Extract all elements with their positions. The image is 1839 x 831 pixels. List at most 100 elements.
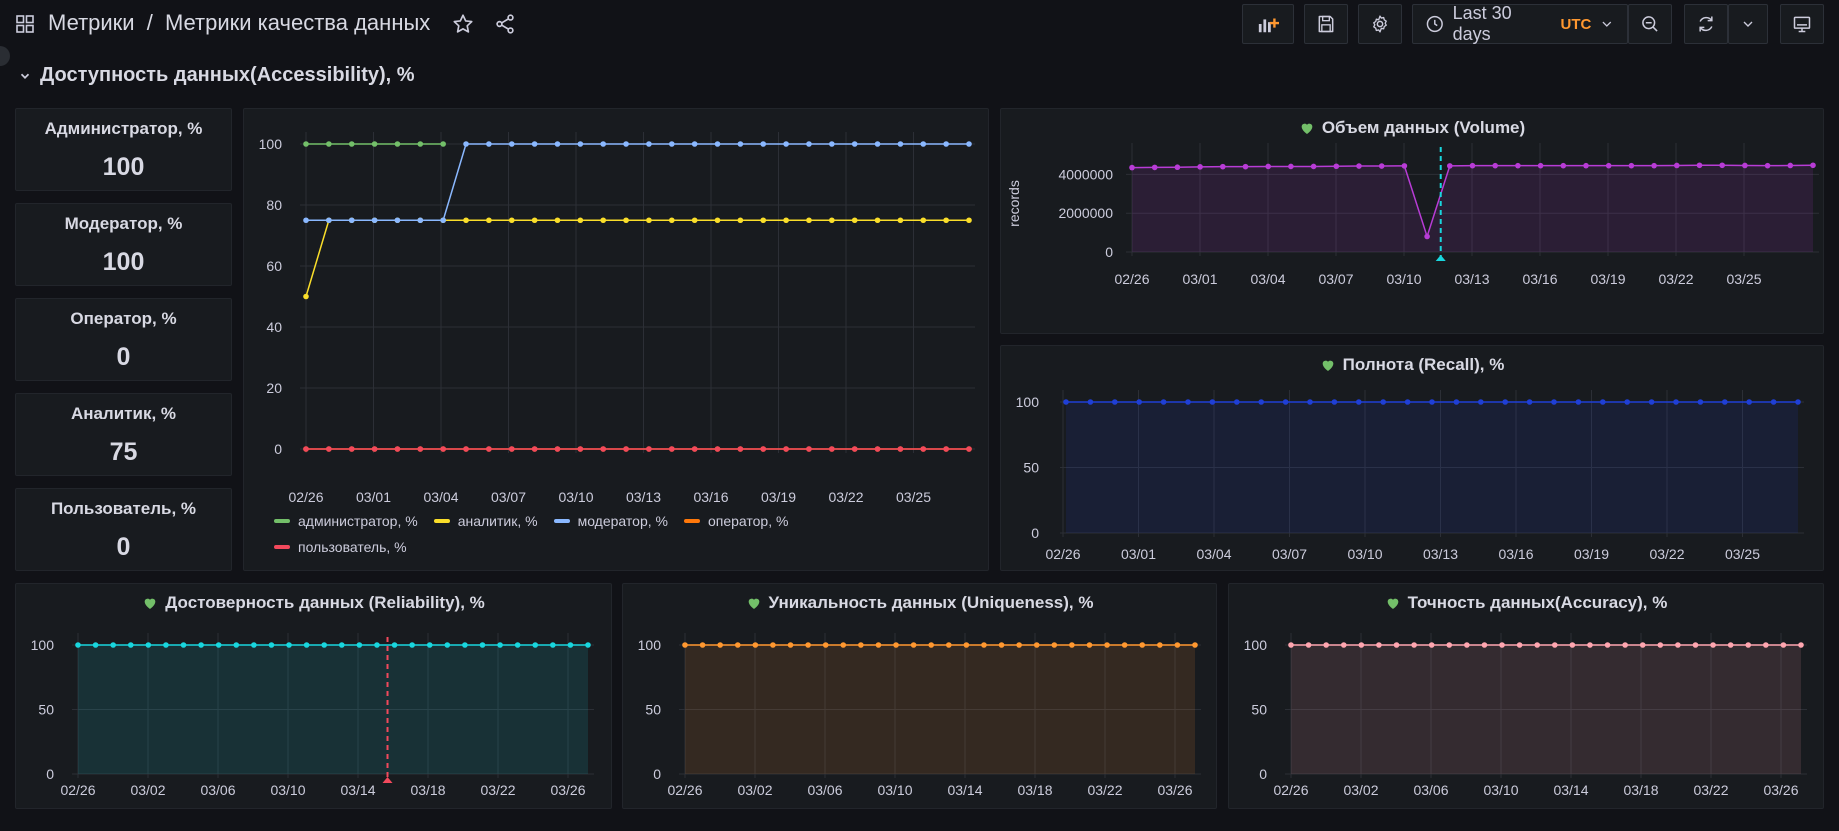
stat-panel-user[interactable]: Пользователь, % 0 [15,488,232,571]
stat-value: 0 [116,343,131,371]
data-point [1112,399,1118,405]
row-accessibility[interactable]: Доступность данных(Accessibility), % [18,64,415,87]
data-point [462,642,468,648]
data-point [463,446,469,452]
volume-chart: 0 2000000 4000000 02/26 03/01 03/04 03/07 03/10… [1006,143,1819,287]
x-tick-label: 03/01 [1182,271,1217,287]
data-point [1087,399,1094,405]
data-point [1234,399,1240,405]
data-point [783,217,789,224]
data-point [783,141,789,147]
x-tick-label: 03/22 [1649,546,1684,562]
data-point [910,642,917,648]
legend-item[interactable]: аналитик, % [433,513,538,529]
data-point [508,141,515,147]
data-point [1763,642,1769,648]
legend-item[interactable]: пользователь, % [274,539,407,555]
panel-volume[interactable]: Объем данных (Volume) 0 2000000 4000000 02/… [1000,108,1824,334]
legend-item[interactable]: модератор, % [553,513,668,529]
legend-item[interactable]: администратор, % [274,513,418,529]
data-point [531,141,538,147]
star-icon[interactable] [452,13,474,35]
dashboard-settings-button[interactable] [1358,4,1402,44]
x-tick-label: 03/22 [480,782,515,798]
y-tick-label: 2000000 [1058,205,1113,221]
data-point [1526,399,1533,405]
tv-mode-button[interactable] [1780,4,1824,44]
x-tick-label: 03/22 [828,489,863,505]
data-point [374,642,380,648]
x-tick-label: 03/14 [947,782,982,798]
sidebar-toggle[interactable] [0,46,10,66]
panel-recall[interactable]: Полнота (Recall), % 0 50 100 02/26 03/01 03/0… [1000,345,1824,571]
data-point [822,642,829,648]
stat-panel-moderator[interactable]: Модератор, % 100 [15,203,232,286]
data-point [1673,399,1679,405]
x-tick-label: 03/13 [1454,271,1489,287]
x-tick-label: 03/18 [410,782,445,798]
data-point [600,141,607,147]
data-point [1160,399,1167,405]
y-axis-label: records [1006,180,1022,227]
save-dashboard-button[interactable] [1304,4,1348,44]
add-panel-button[interactable] [1242,4,1294,44]
stat-panel-operator[interactable]: Оператор, % 0 [15,298,232,381]
stat-title: Пользователь, % [50,499,197,518]
time-range-picker[interactable]: Last 30 days UTC [1412,3,1628,44]
y-tick-label: 50 [38,702,54,718]
data-point [966,446,972,452]
x-tick-label: 02/26 [60,782,95,798]
x-tick-label: 03/16 [693,489,728,505]
breadcrumb: Метрики / Метрики качества данных [48,10,430,36]
panel-uniqueness[interactable]: Уникальность данных (Uniqueness), % 0 50 1… [622,583,1217,809]
data-point [1551,642,1558,648]
data-point [1780,642,1787,648]
share-icon[interactable] [494,13,516,35]
panel-reliability[interactable]: Достоверность данных (Reliability), % 05… [15,583,612,809]
data-point [963,642,970,648]
annotation-marker [382,777,393,783]
x-tick-label: 03/10 [877,782,912,798]
data-point [486,217,492,224]
data-point [1469,162,1476,169]
dashboard-title[interactable]: Метрики качества данных [165,10,430,35]
legend-item[interactable]: оператор, % [683,513,788,529]
data-point [668,141,675,147]
x-tick-label: 03/10 [558,489,593,505]
stat-title: Администратор, % [44,119,203,138]
x-tick-label: 03/01 [356,489,391,505]
data-point [1583,162,1589,169]
data-point [338,642,345,648]
legend-swatch [683,519,700,523]
data-point [943,217,949,224]
data-point [1742,162,1748,169]
refresh-interval-button[interactable] [1728,4,1768,44]
breadcrumb-folder[interactable]: Метрики [48,10,135,35]
x-tick-label: 02/26 [1045,546,1080,562]
data-point [577,217,584,224]
data-point [714,446,721,452]
apps-icon[interactable] [16,15,34,33]
data-point [1560,162,1567,169]
data-point [600,446,607,452]
data-point [145,642,152,648]
legend-swatch [433,519,450,523]
panel-accuracy[interactable]: Точность данных(Accuracy), % 0 50 100 02/26… [1228,583,1824,809]
data-point [1429,399,1435,405]
data-point [1310,163,1317,170]
x-tick-label: 03/19 [1590,271,1625,287]
data-point [1242,163,1249,170]
data-point [737,446,744,452]
data-point [1033,642,1040,648]
clock-icon [1426,15,1443,33]
data-point [1340,642,1347,648]
y-tick-label: 60 [266,258,282,274]
stat-panel-admin[interactable]: Администратор, % 100 [15,108,232,191]
data-point [463,141,469,147]
zoom-out-button[interactable] [1628,4,1672,44]
refresh-button[interactable] [1684,4,1728,44]
x-tick-label: 03/10 [1386,271,1421,287]
uniqueness-chart: 0 50 100 02/26 03/02 03/06 03/10 03/14 03/18 03/2… [638,633,1201,798]
panel-accessibility-timeseries[interactable]: 0 20 40 60 80 100 02/26 03/01 03/04 03/07 03/10 03/… [243,108,989,571]
stat-panel-analyst[interactable]: Аналитик, % 75 [15,393,232,476]
